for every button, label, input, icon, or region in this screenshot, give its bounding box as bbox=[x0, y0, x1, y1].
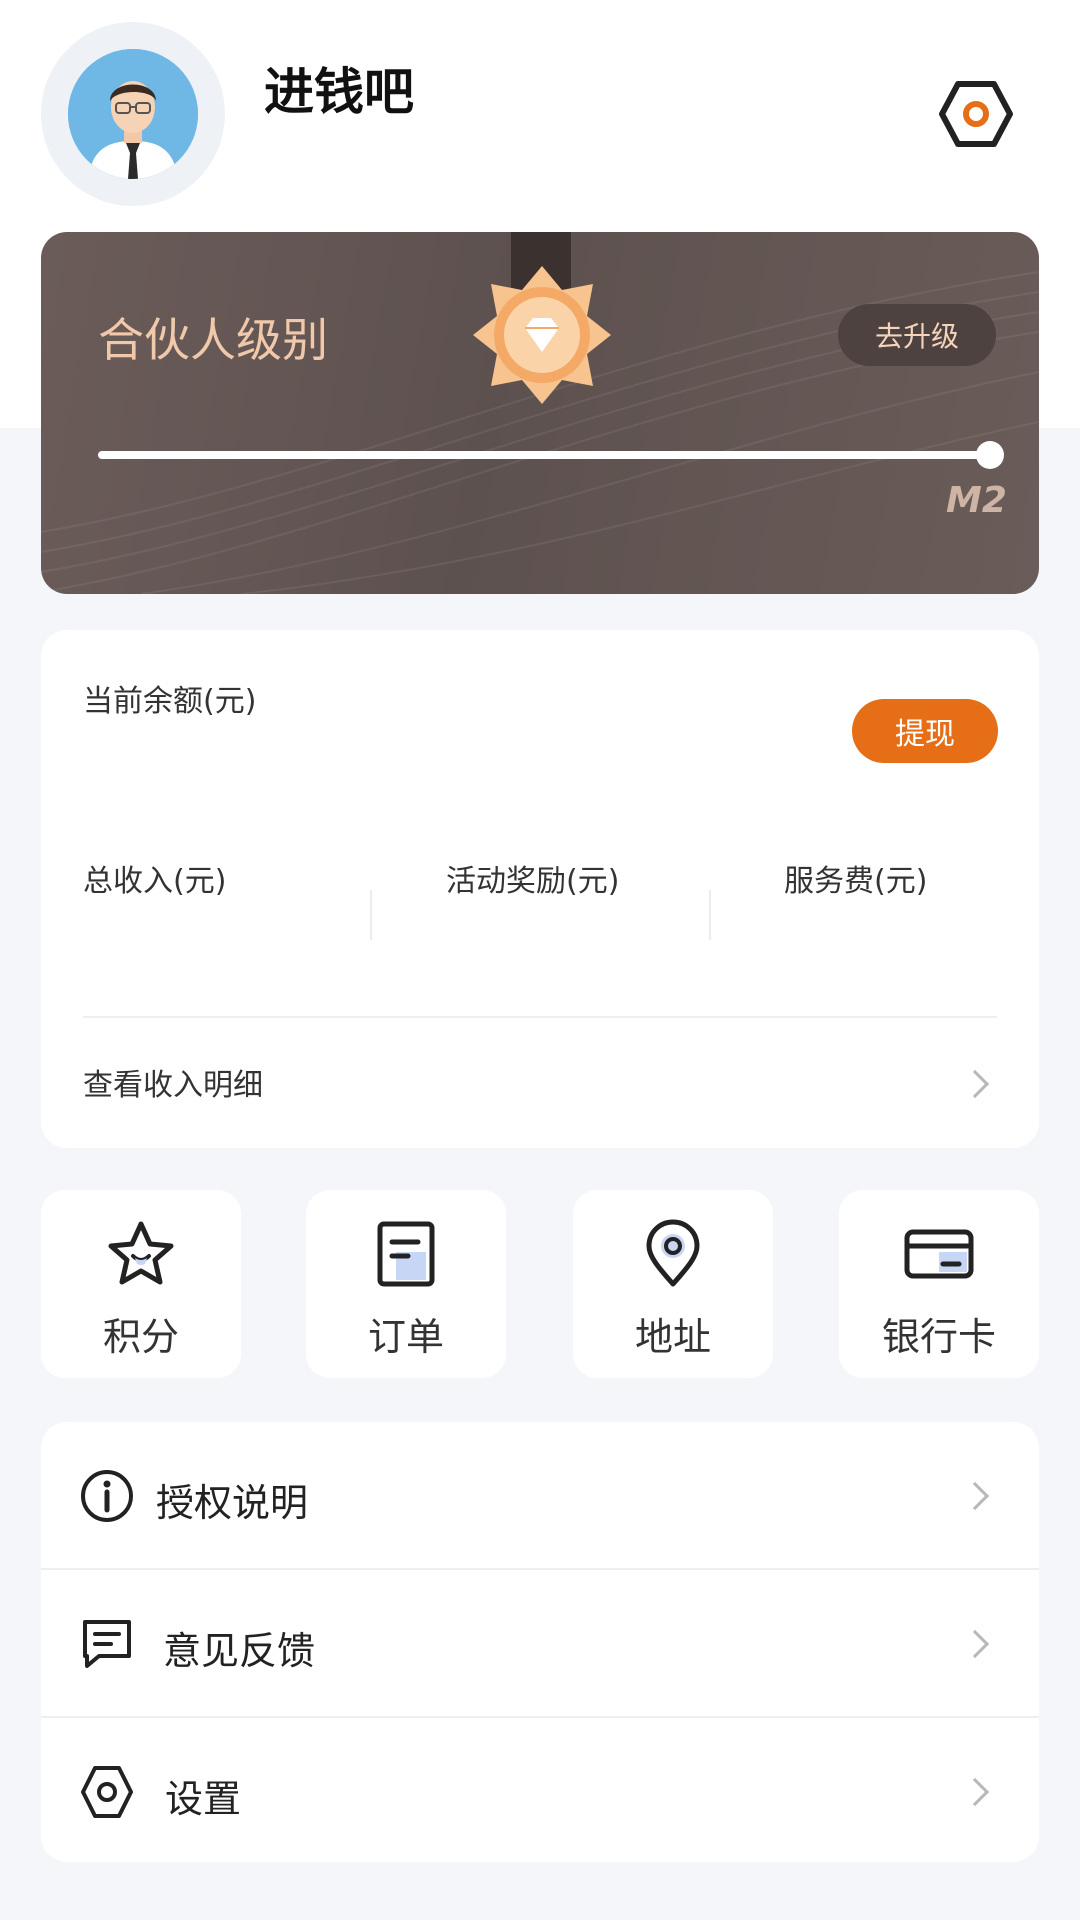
star-icon bbox=[108, 1221, 174, 1285]
progress-knob bbox=[976, 441, 1004, 469]
progress-fill bbox=[98, 451, 990, 459]
chevron-right-icon bbox=[960, 1629, 990, 1659]
menu-item-label: 授权说明 bbox=[156, 1481, 309, 1525]
income-detail-label: 查看收入明细 bbox=[83, 1068, 263, 1103]
menu-item-label: 设置 bbox=[165, 1777, 242, 1821]
tile-address-label: 地址 bbox=[634, 1315, 711, 1359]
current-balance-label: 当前余额(元) bbox=[83, 684, 257, 719]
order-icon bbox=[377, 1221, 435, 1287]
stat-divider bbox=[370, 890, 372, 940]
upgrade-button[interactable]: 去升级 bbox=[838, 304, 996, 366]
level-title: 合伙人级别 bbox=[98, 313, 328, 367]
level-badge: M2 bbox=[946, 480, 1007, 521]
income-detail-link[interactable]: 查看收入明细 bbox=[41, 1018, 1039, 1148]
tile-bank-card-label: 银行卡 bbox=[881, 1315, 996, 1359]
location-pin-icon bbox=[646, 1219, 700, 1287]
level-progress-bar bbox=[98, 441, 1004, 469]
stat-divider bbox=[709, 890, 711, 940]
total-income-label: 总收入(元) bbox=[83, 864, 227, 899]
partner-level-card: 合伙人级别 去升级 M2 bbox=[41, 232, 1039, 594]
menu-item-settings[interactable]: 设置 bbox=[41, 1718, 1039, 1862]
tile-address[interactable]: 地址 bbox=[573, 1190, 773, 1378]
hexagon-gear-icon[interactable] bbox=[934, 76, 1018, 152]
chevron-right-icon bbox=[960, 1481, 990, 1511]
activity-reward-label: 活动奖励(元) bbox=[446, 864, 620, 899]
tile-bank-card[interactable]: 银行卡 bbox=[839, 1190, 1039, 1378]
menu-card: 授权说明 意见反馈 设置 bbox=[41, 1422, 1039, 1862]
balance-card: 当前余额(元) 提现 总收入(元) 活动奖励(元) 服务费(元) 查看收入明细 bbox=[41, 630, 1039, 1148]
settings-icon bbox=[81, 1766, 133, 1818]
businessman-avatar-icon bbox=[68, 49, 198, 179]
menu-item-feedback[interactable]: 意见反馈 bbox=[41, 1570, 1039, 1717]
service-fee-label: 服务费(元) bbox=[784, 864, 928, 899]
chevron-right-icon bbox=[960, 1777, 990, 1807]
tile-orders[interactable]: 订单 bbox=[306, 1190, 506, 1378]
tile-points[interactable]: 积分 bbox=[41, 1190, 241, 1378]
diamond-medal-icon bbox=[467, 260, 617, 410]
app-name: 进钱吧 bbox=[264, 63, 414, 121]
tile-orders-label: 订单 bbox=[367, 1315, 444, 1359]
menu-item-authorization[interactable]: 授权说明 bbox=[41, 1422, 1039, 1569]
tile-points-label: 积分 bbox=[102, 1315, 179, 1359]
menu-item-label: 意见反馈 bbox=[163, 1629, 316, 1673]
feedback-icon bbox=[83, 1620, 131, 1668]
withdraw-button[interactable]: 提现 bbox=[852, 699, 998, 763]
avatar[interactable] bbox=[41, 22, 225, 206]
info-icon bbox=[81, 1470, 133, 1522]
chevron-right-icon bbox=[960, 1069, 990, 1099]
bank-card-icon bbox=[904, 1229, 974, 1279]
